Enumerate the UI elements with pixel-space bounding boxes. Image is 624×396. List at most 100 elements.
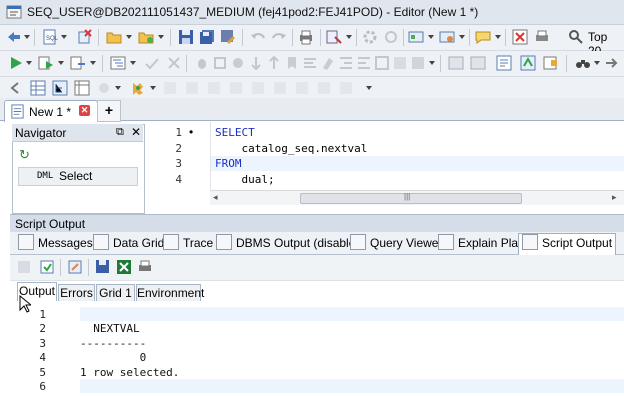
tree-icon[interactable] <box>52 80 68 96</box>
line-number: 3 <box>175 157 182 170</box>
editor-horizontal-scrollbar[interactable]: ◂ ||| ▸ <box>210 190 624 205</box>
tab-data-grid[interactable]: Data Grid <box>93 234 164 253</box>
undo-icon[interactable] <box>250 29 266 45</box>
breakpoint-icon[interactable] <box>230 55 246 71</box>
tab-new-1-label: New 1 * <box>29 105 72 119</box>
print-icon[interactable] <box>298 29 314 45</box>
close-navigator-icon[interactable]: ✕ <box>131 125 141 139</box>
open-folder-icon[interactable] <box>106 29 122 45</box>
goto-icon[interactable] <box>604 55 620 71</box>
scrollbar-thumb[interactable] <box>300 193 522 204</box>
sql-history-icon[interactable] <box>512 29 528 45</box>
nav-back-icon[interactable] <box>8 80 24 96</box>
tab-explain-plan[interactable]: Explain Plan <box>438 234 525 253</box>
subtab-grid-1[interactable]: Grid 1 <box>96 284 135 302</box>
new-tab-button[interactable]: + <box>97 100 121 122</box>
grid-icon[interactable] <box>30 80 46 96</box>
save-as-icon[interactable] <box>220 29 236 45</box>
refresh-icon[interactable]: ↻ <box>19 147 30 163</box>
tab-new-1[interactable]: New 1 * ✕ <box>4 100 98 122</box>
excel-icon[interactable] <box>116 259 132 275</box>
comment-lines-icon[interactable] <box>392 55 408 71</box>
save-icon[interactable] <box>178 29 194 45</box>
gear-icon[interactable] <box>362 29 378 45</box>
binoculars-icon[interactable] <box>575 55 591 71</box>
disabled-g-icon[interactable] <box>294 80 310 96</box>
tab-label: DBMS Output (disabled) <box>236 236 367 250</box>
indent-icon[interactable] <box>338 55 354 71</box>
disabled-c-icon[interactable] <box>206 80 222 96</box>
tab-messages[interactable]: Messages <box>18 234 93 253</box>
grid-export-icon[interactable] <box>448 55 464 71</box>
search-icon[interactable] <box>568 29 584 45</box>
save-output-icon[interactable] <box>95 259 111 275</box>
output-line-number: 4 <box>39 351 46 364</box>
tab-dbms-output[interactable]: DBMS Output (disabled) <box>216 234 366 253</box>
pin-icon[interactable]: ⧉ <box>116 126 124 139</box>
export-icon[interactable] <box>39 259 55 275</box>
toggle-case-icon[interactable] <box>374 55 390 71</box>
disabled-i-icon[interactable] <box>338 80 354 96</box>
print-preview-icon[interactable] <box>534 29 550 45</box>
step-out-icon[interactable] <box>266 55 282 71</box>
explain-plan-icon[interactable] <box>110 55 126 71</box>
step-over-icon[interactable] <box>248 55 264 71</box>
clear-worksheet-icon[interactable] <box>470 55 486 71</box>
tab-script-output[interactable]: Script Output <box>518 233 617 255</box>
unindent-icon[interactable] <box>356 55 372 71</box>
save-all-icon[interactable] <box>199 29 215 45</box>
disabled-f-icon[interactable] <box>272 80 288 96</box>
tab-label: Explain Plan <box>458 236 525 250</box>
dml-kind-label: DML <box>37 171 54 181</box>
script-output-icon <box>522 234 538 250</box>
unpin-icon[interactable] <box>96 80 112 96</box>
navigate-back-icon[interactable] <box>6 29 22 45</box>
debug-icon[interactable] <box>194 55 210 71</box>
table-icon[interactable] <box>74 80 90 96</box>
pushpin-icon[interactable] <box>16 259 32 275</box>
disabled-e-icon[interactable] <box>250 80 266 96</box>
clear-icon[interactable] <box>320 55 336 71</box>
disabled-b-icon[interactable] <box>184 80 200 96</box>
output-line-highlight <box>80 379 624 393</box>
comment-icon[interactable] <box>475 29 491 45</box>
refresh-disabled-icon[interactable] <box>383 29 399 45</box>
tab-trace[interactable]: Trace <box>163 234 213 253</box>
open-recent-icon[interactable] <box>138 29 154 45</box>
rollback-icon[interactable] <box>166 55 182 71</box>
output-line-number: 2 <box>39 322 46 335</box>
disabled-h-icon[interactable] <box>316 80 332 96</box>
run-script-icon[interactable] <box>38 55 54 71</box>
sql-worksheet-icon[interactable]: SQL <box>42 29 58 45</box>
translate-icon[interactable] <box>520 55 536 71</box>
autotrace-icon[interactable] <box>70 55 86 71</box>
sql-history-toolbar-icon[interactable] <box>496 55 512 71</box>
run-statement-icon[interactable] <box>8 55 24 71</box>
plugin-icon[interactable] <box>130 80 146 96</box>
clear-output-icon[interactable] <box>67 259 83 275</box>
subtab-environment[interactable]: Environment <box>136 284 204 302</box>
output-line-number: 3 <box>39 337 46 350</box>
unshared-worksheet-icon[interactable] <box>76 29 92 45</box>
disabled-a-icon[interactable] <box>162 80 178 96</box>
close-tab-icon[interactable]: ✕ <box>79 105 90 116</box>
code-insight-icon[interactable] <box>543 55 559 71</box>
subtab-errors[interactable]: Errors <box>58 284 95 302</box>
data-grid-icon <box>93 234 109 250</box>
print-output-icon[interactable] <box>137 259 153 275</box>
commit-icon[interactable] <box>144 55 160 71</box>
sql-tuning-icon[interactable] <box>326 29 342 45</box>
data-modeler-icon[interactable] <box>408 29 424 45</box>
bookmark-icon[interactable] <box>284 55 300 71</box>
disabled-d-icon[interactable] <box>228 80 244 96</box>
redo-icon[interactable] <box>271 29 287 45</box>
uncomment-lines-icon[interactable] <box>410 55 426 71</box>
navigator-item-select[interactable]: DML Select <box>18 167 138 186</box>
step-icon[interactable] <box>212 55 228 71</box>
current-line-marker: • <box>189 125 194 139</box>
format-icon[interactable] <box>302 55 318 71</box>
scroll-right-icon[interactable]: ▸ <box>612 192 617 203</box>
scroll-left-icon[interactable]: ◂ <box>213 192 218 203</box>
tab-query-viewer[interactable]: Query Viewer <box>350 234 442 253</box>
reports-icon[interactable] <box>439 29 455 45</box>
